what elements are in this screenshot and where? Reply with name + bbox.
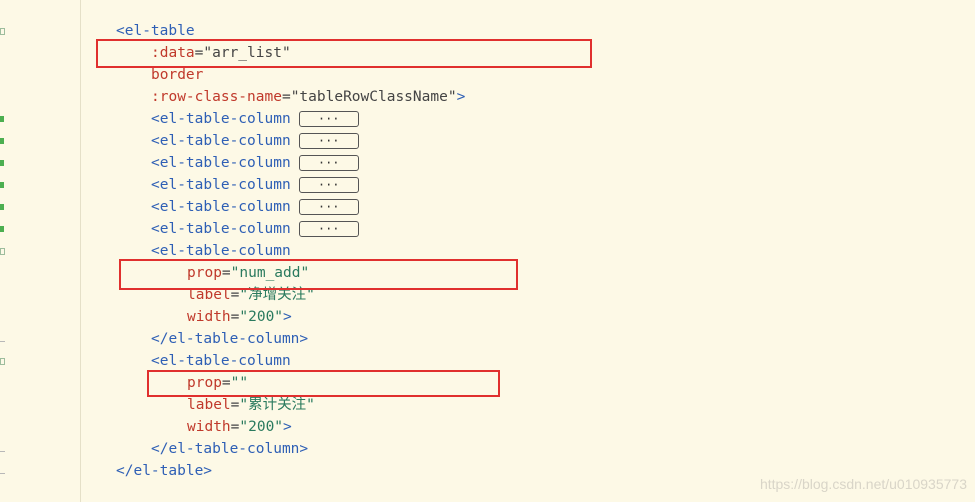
fold-end-icon (0, 341, 5, 342)
change-marker-icon (0, 160, 4, 166)
code-line: <el-table-column ··· (151, 108, 359, 130)
collapsed-fold-button[interactable]: ··· (298, 199, 359, 215)
code-line: </el-table-column> (151, 438, 308, 460)
code-token: border (151, 67, 204, 83)
indent-guide (80, 0, 81, 502)
code-line: :row-class-name="tableRowClassName"> (151, 86, 465, 108)
collapsed-fold-button[interactable]: ··· (298, 133, 359, 149)
highlight-box-prop-empty (147, 370, 500, 397)
code-token: <el-table-column (151, 155, 291, 171)
code-token: </el-table-column> (151, 441, 309, 457)
code-token: "200" (239, 419, 284, 435)
code-token: <el-table-column (151, 177, 291, 193)
code-token: <el-table-column (151, 199, 291, 215)
code-line: </el-table-column> (151, 328, 308, 350)
code-token: width (187, 309, 231, 325)
code-line: width="200"> (187, 306, 292, 328)
code-token: <el-table-column (151, 221, 291, 237)
fold-marker-icon[interactable] (0, 248, 5, 255)
watermark: https://blog.csdn.net/u010935773 (759, 476, 967, 492)
code-line: <el-table-column ··· (151, 196, 359, 218)
code-token: :row-class-name (151, 89, 282, 105)
code-token: "tableRowClassName" (290, 89, 457, 105)
change-marker-icon (0, 116, 4, 122)
code-token: = (281, 89, 291, 105)
code-token: > (283, 309, 292, 325)
code-token: > (283, 419, 292, 435)
code-line: <el-table-column (151, 350, 291, 372)
collapsed-fold-button[interactable]: ··· (298, 111, 359, 127)
collapsed-fold-button[interactable]: ··· (298, 177, 359, 193)
code-token: width (187, 419, 231, 435)
change-marker-icon (0, 226, 4, 232)
code-token: label (187, 397, 231, 413)
highlight-box-prop-num-add (119, 259, 518, 290)
code-token: </el-table-column> (151, 331, 309, 347)
highlight-box-data (96, 39, 592, 68)
code-line: width="200"> (187, 416, 292, 438)
code-line: <el-table-column ··· (151, 152, 359, 174)
code-token: > (456, 89, 466, 105)
code-token: "累计关注" (239, 397, 315, 413)
change-marker-icon (0, 182, 4, 188)
fold-end-icon (0, 473, 5, 474)
code-token: <el-table-column (151, 353, 291, 369)
code-line: label="累计关注" (187, 394, 315, 416)
editor-gutter (0, 0, 12, 502)
change-marker-icon (0, 138, 4, 144)
code-line: </el-table> (116, 460, 212, 482)
collapsed-fold-button[interactable]: ··· (298, 155, 359, 171)
code-token: <el-table (116, 23, 195, 39)
code-token: <el-table-column (151, 133, 291, 149)
code-token: <el-table-column (151, 111, 291, 127)
code-token: </el-table> (116, 463, 213, 479)
code-line: <el-table-column ··· (151, 218, 359, 240)
change-marker-icon (0, 204, 4, 210)
collapsed-fold-button[interactable]: ··· (298, 221, 359, 237)
code-token: "200" (239, 309, 284, 325)
fold-end-icon (0, 451, 5, 452)
code-line: <el-table-column ··· (151, 174, 359, 196)
code-token: <el-table-column (151, 243, 291, 259)
fold-marker-icon[interactable] (0, 28, 5, 35)
code-line: <el-table-column ··· (151, 130, 359, 152)
fold-marker-icon[interactable] (0, 358, 5, 365)
